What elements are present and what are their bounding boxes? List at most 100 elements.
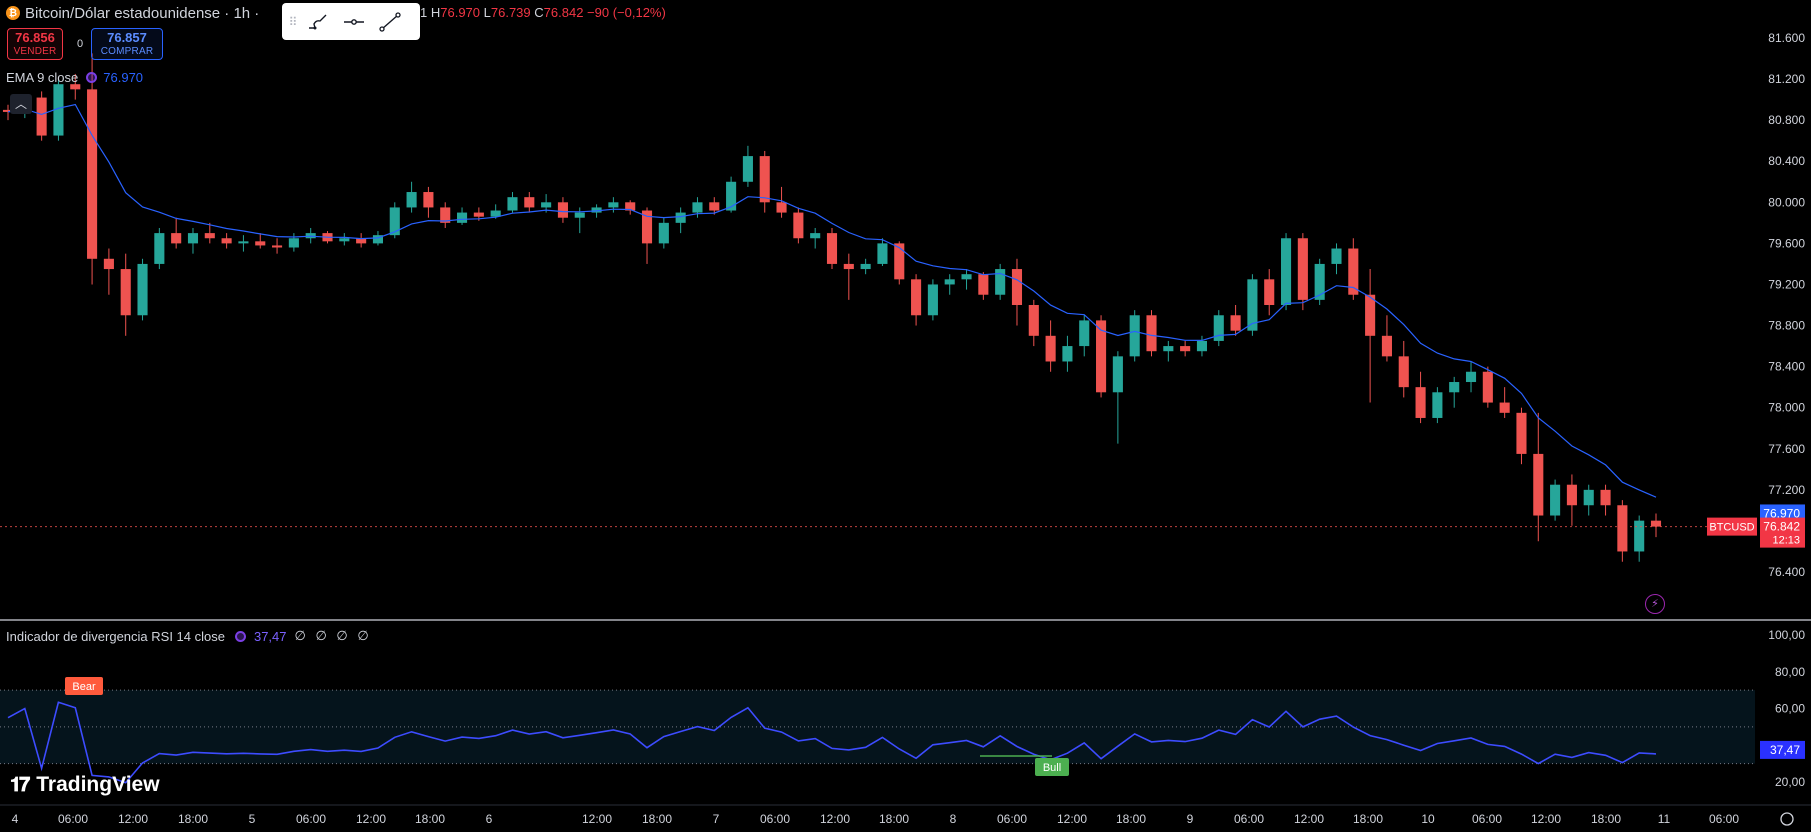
candle-body [1129,315,1140,357]
ohlc-partial: 1 [420,5,428,20]
candle-body [557,202,568,218]
time-axis: 4 06:00 12:00 18:00 5 06:00 12:00 18:00 6 12:00 18… [0,804,1811,826]
time-tick-label: 18:00 [415,812,445,826]
ema-line [7,103,1657,498]
candle-body [171,233,182,244]
ema-legend[interactable]: EMA 9 close 76.970 [6,70,143,85]
rsi-axis: 100,00 80,00 60,00 20,00 37,47 [1760,628,1805,789]
candle-body [843,263,854,270]
candle-body [1533,453,1544,516]
rsi-legend-value: 37,47 [253,628,287,644]
tradingview-logo[interactable]: 𝟏𝟕 TradingView [10,773,160,797]
settings-gear-icon [1780,812,1794,826]
symbol-legend[interactable]: ₿ Bitcoin/Dólar estadounidense · 1h · [6,4,259,22]
candle-body [1331,248,1342,264]
collapse-legend-button[interactable]: ︿ [10,94,32,114]
candle-body [1381,335,1392,357]
candle-body [1045,335,1056,362]
ohlc-readout: 1 H76.970 L76.739 C76.842 −90 (−0,12%) [420,5,666,20]
price-tick-label: 79.600 [1768,236,1805,250]
bear-label: Bear [72,681,96,693]
bull-marker: Bull [1035,758,1069,776]
time-tick-label: 5 [249,812,256,826]
trend-line-icon[interactable] [372,7,408,37]
candle-body [944,279,955,285]
candle-body [1112,356,1123,393]
rsi-tick-label: 100,00 [1768,628,1805,642]
candle-body [1449,382,1460,393]
rsi-current-label: 37,47 [1770,743,1800,757]
horizontal-ray-icon[interactable] [336,7,372,37]
ema-legend-value: 76.970 [103,70,144,85]
price-tick-label: 79.200 [1768,277,1805,291]
tradingview-mark-icon: 𝟏𝟕 [10,773,30,796]
drag-handle-icon[interactable]: ⠿ [286,15,300,29]
time-tick-label: 18:00 [1116,812,1146,826]
candle-body [1566,484,1577,506]
rsi-legend-label: Indicador de divergencia RSI 14 close [6,628,225,644]
countdown-label: 12:13 [1772,535,1800,547]
rsi-tick-label: 80,00 [1775,665,1805,679]
drawing-toolbar[interactable]: ⠿ [282,3,420,40]
candle-body [389,207,400,236]
time-tick-label: 4 [12,812,19,826]
candle-body [1634,520,1645,552]
bear-marker: Bear [65,677,103,695]
ema-legend-label: EMA 9 close [6,70,79,85]
last-price-label: 76.842 [1763,520,1800,534]
candle-body [860,263,871,270]
time-tick-label: 06:00 [1234,812,1264,826]
ohlc-l-label: L [483,5,491,20]
ohlc-close: 76.842 [543,5,584,20]
candle-body [961,274,972,280]
trend-brush-icon[interactable] [300,7,336,37]
candle-body [137,263,148,316]
tradingview-wordmark: TradingView [36,773,160,796]
time-tick-label: 7 [713,812,720,826]
candle-body [507,197,518,211]
price-tick-label: 78.400 [1768,360,1805,374]
ohlc-low: 76.739 [490,5,531,20]
candle-body [1062,346,1073,362]
candle-body [1264,279,1275,305]
price-tick-label: 80.000 [1768,195,1805,209]
sell-price: 76.856 [15,30,55,45]
candle-body [120,269,131,316]
candle-body [1163,346,1174,352]
candle-body [221,238,232,244]
price-tick-label: 77.600 [1768,442,1805,456]
rsi-tick-label: 20,00 [1775,775,1805,789]
lightning-icon[interactable]: ⚡ [1645,594,1665,614]
price-axis: 81.600 81.200 80.800 80.400 80.000 79.600 79.2… [1768,31,1805,579]
candle-body [187,233,199,244]
candle-body [608,202,619,208]
candle-body [877,243,888,264]
buy-button[interactable]: 76.857 COMPRAR [91,28,163,60]
time-tick-label: 18:00 [178,812,208,826]
candle-body [692,202,703,213]
candle-body [1499,402,1510,413]
rsi-tick-label: 60,00 [1775,702,1805,716]
candle-body [339,238,350,242]
candle-body [1297,238,1308,300]
candle-body [238,241,249,244]
time-tick-label: 06:00 [1709,812,1739,826]
candle-body [255,241,266,246]
bitcoin-logo-icon: ₿ [6,6,20,20]
rsi-legend-extras: ∅ ∅ ∅ ∅ [294,628,372,643]
time-tick-label: 18:00 [1591,812,1621,826]
candle-body [103,258,114,270]
ohlc-high: 76.970 [440,5,481,20]
time-tick-label: 6 [486,812,493,826]
sell-button[interactable]: 76.856 VENDER [7,28,63,60]
candle-body [1079,320,1090,347]
ohlc-c-label: C [534,5,544,20]
candle-body [1011,269,1023,305]
time-tick-label: 10 [1421,812,1435,826]
time-tick-label: 12:00 [118,812,148,826]
chart-canvas[interactable]: Bear Bull 81.600 81.200 80.800 80.400 80.000 7… [0,0,1811,832]
symbol-title: Bitcoin/Dólar estadounidense · 1h · [25,4,260,22]
rsi-band [0,690,1755,764]
rsi-legend[interactable]: Indicador de divergencia RSI 14 close 37… [6,628,372,644]
candle-body [709,202,720,211]
